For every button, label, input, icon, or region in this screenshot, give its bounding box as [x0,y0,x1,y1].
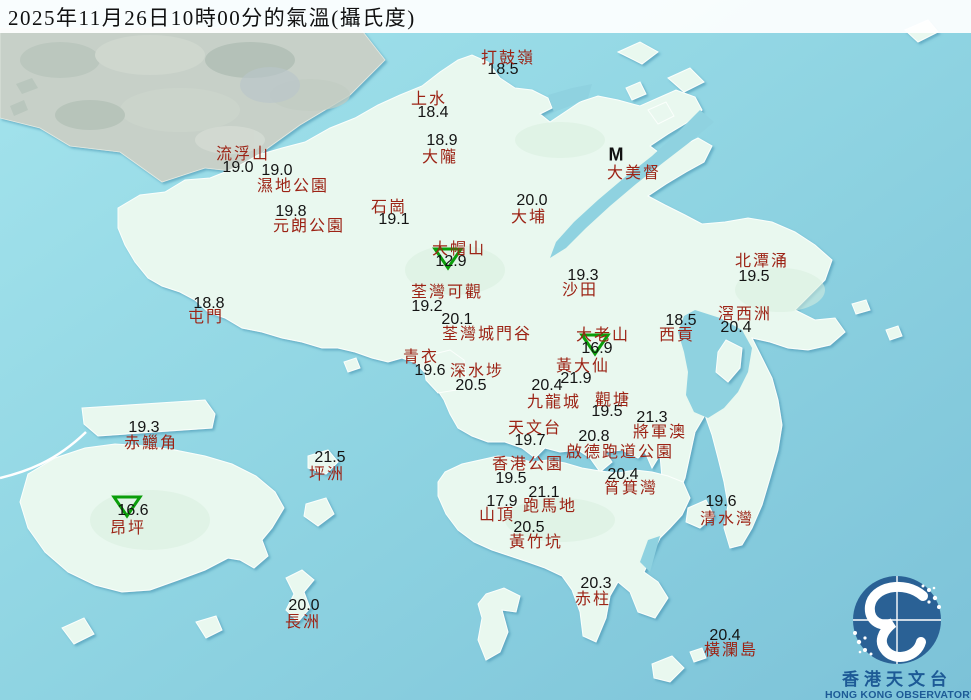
station-name: 赤鱲角 [123,435,179,452]
station-name: 大帽山 [431,241,487,258]
station-name: 觀塘 [594,392,632,409]
station-name: 元朗公園 [272,218,346,235]
station-name: 赤柱 [574,591,612,608]
station-name: 上水 [410,91,448,108]
station-name: 石崗 [370,199,408,216]
station-name: 大埔 [510,209,548,226]
station-name: 坪洲 [308,466,346,483]
station-name: 滘西洲 [717,306,773,323]
title-bar: 2025年11月26日10時00分的氣溫(攝氏度) [0,0,971,33]
station-name: 大隴 [421,149,459,166]
station-name: 啟德跑道公園 [565,444,675,461]
station-name: 北潭涌 [734,253,790,270]
hko-logo: 香港天文台 HONG KONG OBSERVATORY [825,574,971,700]
hko-logo-symbol [853,576,941,664]
station-name: 長洲 [284,614,322,631]
station-name: 荃灣可觀 [410,284,484,301]
station-name: 黃大仙 [555,358,611,375]
station-name: 青衣 [402,349,440,366]
station-name: 大老山 [575,327,631,344]
map-title: 2025年11月26日10時00分的氣溫(攝氏度) [8,5,416,30]
station-name: 打鼓嶺 [480,50,536,67]
station-name: 沙田 [561,282,599,299]
station-name: 筲箕灣 [603,480,659,497]
station-name: 流浮山 [215,146,271,163]
weather-temperature-map: 2025年11月26日10時00分的氣溫(攝氏度) 18.5 打鼓嶺 18.4 上水 1… [0,0,971,700]
hko-logo-name-zh: 香港天文台 [842,670,952,689]
station-name: 濕地公園 [256,178,330,195]
hko-logo-name-en: HONG KONG OBSERVATORY [825,689,971,700]
station-name: 九龍城 [526,394,582,411]
station-name: 荃灣城門谷 [441,326,533,343]
station-name: 屯門 [187,309,225,326]
station-name: 香港公園 [491,456,565,473]
station-name: 跑馬地 [522,498,578,515]
station-name: 昂坪 [109,520,147,537]
station-name: 清水灣 [699,511,755,528]
station-name: 深水埗 [449,363,505,380]
station-name: 黃竹坑 [508,534,564,551]
station-name: 西貢 [658,327,696,344]
station-name: 山頂 [478,507,516,524]
station-name: 橫瀾島 [703,642,759,659]
station-name: 大美督 [606,165,662,182]
station-name: 天文台 [507,420,563,437]
